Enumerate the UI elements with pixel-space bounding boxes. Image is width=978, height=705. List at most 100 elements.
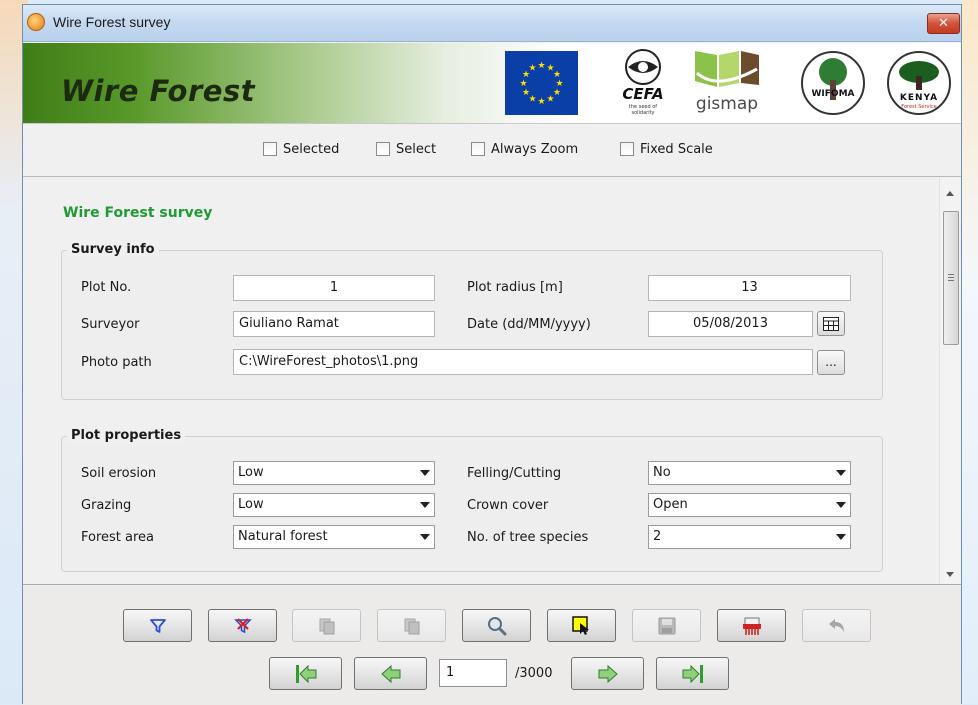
svg-text:WIFOMA: WIFOMA [812,89,855,99]
paste-icon [404,618,419,634]
filter-icon [149,618,166,633]
plot-radius-label: Plot radius [m] [467,280,563,295]
app-window: Wire Forest survey ✕ Wire Forest ★ ★ ★ ★ ★ ★… [22,4,962,705]
felling-select[interactable]: No [648,461,851,485]
date-input[interactable]: 05/08/2013 [648,311,813,337]
plot-radius-input[interactable]: 13 [648,275,851,301]
grip-line [948,277,954,278]
title-bar[interactable]: Wire Forest survey ✕ [23,5,961,42]
previous-record-icon [380,664,400,683]
select-checkbox[interactable]: Select [376,140,436,158]
date-label: Date (dd/MM/yyyy) [467,317,591,332]
delete-icon [742,617,761,635]
scrollbar-thumb[interactable] [943,211,959,345]
undo-button[interactable] [802,609,871,642]
copy-button[interactable] [292,609,361,642]
tree-species-label: No. of tree species [467,530,589,545]
options-bar: Selected Select Always Zoom Fixed Scale [23,125,961,177]
cefa-logo: CEFA the seed of solidarity [611,47,675,119]
svg-text:CEFA: CEFA [622,85,663,103]
close-button[interactable]: ✕ [927,13,960,34]
record-number-input[interactable]: 1 [439,659,507,687]
form-scroll-area[interactable]: Wire Forest survey Survey info Plot No. … [23,178,961,585]
checkbox-box[interactable] [620,142,634,156]
grip-line [948,280,954,281]
checkbox-box[interactable] [263,142,277,156]
plot-no-label: Plot No. [81,280,132,295]
select-feature-button[interactable] [547,609,616,642]
select-feature-icon [571,615,589,635]
save-button[interactable] [632,609,701,642]
soil-erosion-label: Soil erosion [81,466,157,481]
banner-title: Wire Forest [61,74,256,108]
undo-icon [828,618,844,632]
browse-button[interactable]: ... [817,350,845,375]
next-record-icon [598,664,618,683]
previous-record-button[interactable] [354,657,427,690]
checkbox-box[interactable] [471,142,485,156]
photo-path-label: Photo path [81,355,152,370]
felling-label: Felling/Cutting [467,466,562,481]
zoom-icon [487,616,506,635]
wifoma-logo: WIFOMA [799,46,867,120]
chevron-down-icon [836,470,846,476]
scroll-down-icon[interactable] [946,572,954,577]
first-record-icon [295,664,316,683]
fixed-scale-checkbox[interactable]: Fixed Scale [620,140,713,158]
vertical-scrollbar[interactable] [939,178,960,584]
save-icon [658,617,675,634]
grazing-value: Low [238,497,264,512]
last-record-button[interactable] [656,657,729,690]
gismap-logo: gismap [687,47,763,119]
photo-path-input[interactable]: C:\WireForest_photos\1.png [233,349,813,375]
calendar-icon [823,317,839,331]
svg-text:solidarity: solidarity [631,110,654,116]
form-title: Wire Forest survey [63,205,213,221]
filter-button[interactable] [123,609,192,642]
checkbox-box[interactable] [376,142,390,156]
forest-area-label: Forest area [81,530,155,545]
surveyor-input[interactable]: Giuliano Ramat [233,311,435,337]
desktop-background-right [962,0,978,704]
always-zoom-checkbox[interactable]: Always Zoom [471,140,578,158]
remove-filter-button[interactable] [208,609,277,642]
grip-line [948,274,954,275]
crown-cover-label: Crown cover [467,498,549,513]
paste-button[interactable] [377,609,446,642]
delete-button[interactable] [717,609,786,642]
chevron-down-icon [420,502,430,508]
header-banner: Wire Forest ★ ★ ★ ★ ★ ★ ★ ★ ★ ★ ★ ★ CEFA the see… [23,43,961,124]
app-icon [27,13,45,31]
survey-info-title: Survey info [67,242,159,257]
scroll-up-icon[interactable] [946,191,954,196]
tree-species-select[interactable]: 2 [648,525,851,549]
svg-text:KENYA: KENYA [900,93,938,103]
select-label: Select [396,141,437,157]
always-zoom-label: Always Zoom [491,141,579,157]
grazing-select[interactable]: Low [233,493,435,517]
fixed-scale-label: Fixed Scale [640,141,713,157]
svg-text:gismap: gismap [696,94,758,114]
crown-cover-select[interactable]: Open [648,493,851,517]
eu-flag-logo: ★ ★ ★ ★ ★ ★ ★ ★ ★ ★ ★ ★ [505,51,578,115]
soil-erosion-select[interactable]: Low [233,461,435,485]
bottom-toolbar: 1 /3000 [23,586,961,705]
forest-area-select[interactable]: Natural forest [233,525,435,549]
selected-checkbox[interactable]: Selected [263,140,339,158]
felling-value: No [653,465,671,480]
calendar-button[interactable] [817,311,845,336]
chevron-down-icon [420,470,430,476]
grazing-label: Grazing [81,498,132,513]
svg-text:★: ★ [546,95,554,105]
plot-no-input[interactable]: 1 [233,275,435,301]
last-record-icon [682,664,703,683]
first-record-button[interactable] [269,657,342,690]
kenya-forest-service-logo: KENYA Forest Service [885,46,953,120]
zoom-button[interactable] [462,609,531,642]
forest-area-value: Natural forest [238,529,328,544]
tree-species-value: 2 [653,529,662,544]
survey-info-group: Survey info Plot No. 1 Plot radius [m] 1… [61,242,883,400]
svg-text:★: ★ [537,61,545,71]
next-record-button[interactable] [571,657,644,690]
svg-text:★: ★ [522,88,530,98]
